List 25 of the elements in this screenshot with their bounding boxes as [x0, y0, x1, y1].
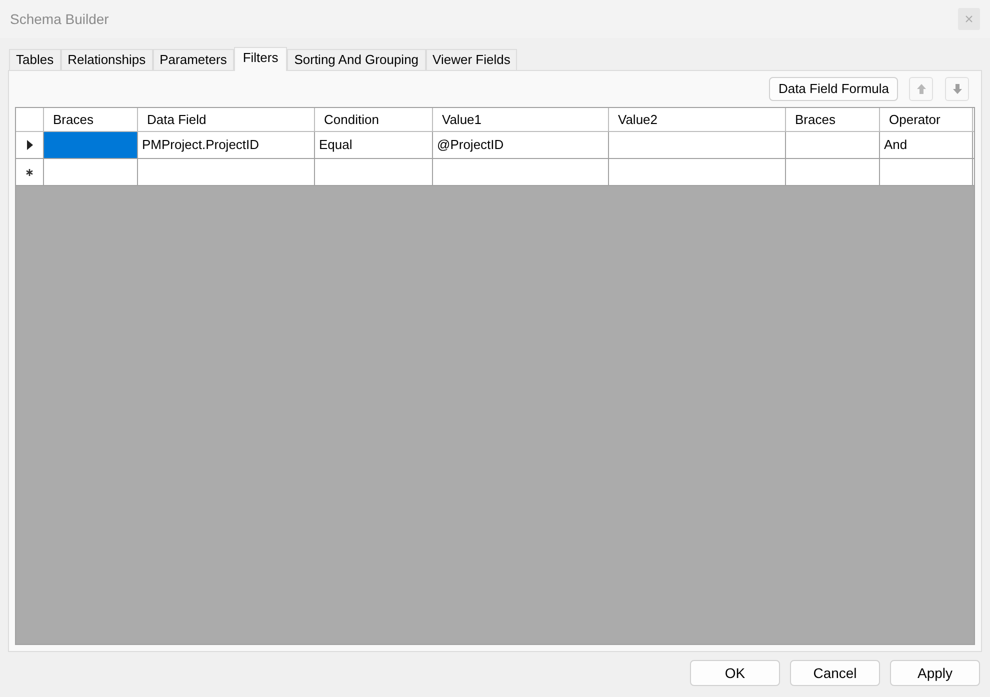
row-pointer-icon [26, 140, 32, 150]
column-header[interactable]: Braces [786, 108, 880, 131]
dialog-button[interactable]: Cancel [790, 660, 880, 686]
down-arrow-icon [952, 84, 962, 94]
data-field-formula-button[interactable]: Data Field Formula [769, 77, 898, 101]
dialog-button[interactable]: Apply [890, 660, 980, 686]
column-header[interactable]: Value2 [609, 108, 786, 131]
table-cell[interactable] [44, 132, 138, 158]
column-header[interactable]: Operator [880, 108, 973, 131]
dialog-button[interactable]: OK [690, 660, 780, 686]
close-button[interactable] [958, 8, 980, 30]
tab[interactable]: Tables [9, 49, 61, 70]
tab[interactable]: Viewer Fields [426, 49, 518, 70]
close-icon [965, 15, 973, 23]
tab[interactable]: Filters [234, 47, 288, 71]
column-header[interactable]: Condition [315, 108, 433, 131]
up-arrow-icon [916, 84, 926, 94]
tab[interactable]: Sorting And Grouping [287, 49, 426, 70]
column-header[interactable]: Data Field [138, 108, 315, 131]
tab[interactable]: Relationships [60, 49, 153, 70]
column-header[interactable]: Braces [44, 108, 138, 131]
column-header[interactable]: Value1 [433, 108, 609, 131]
window-title: Schema Builder [10, 10, 109, 28]
asterisk-icon [26, 168, 33, 176]
tab[interactable]: Parameters [152, 49, 234, 70]
